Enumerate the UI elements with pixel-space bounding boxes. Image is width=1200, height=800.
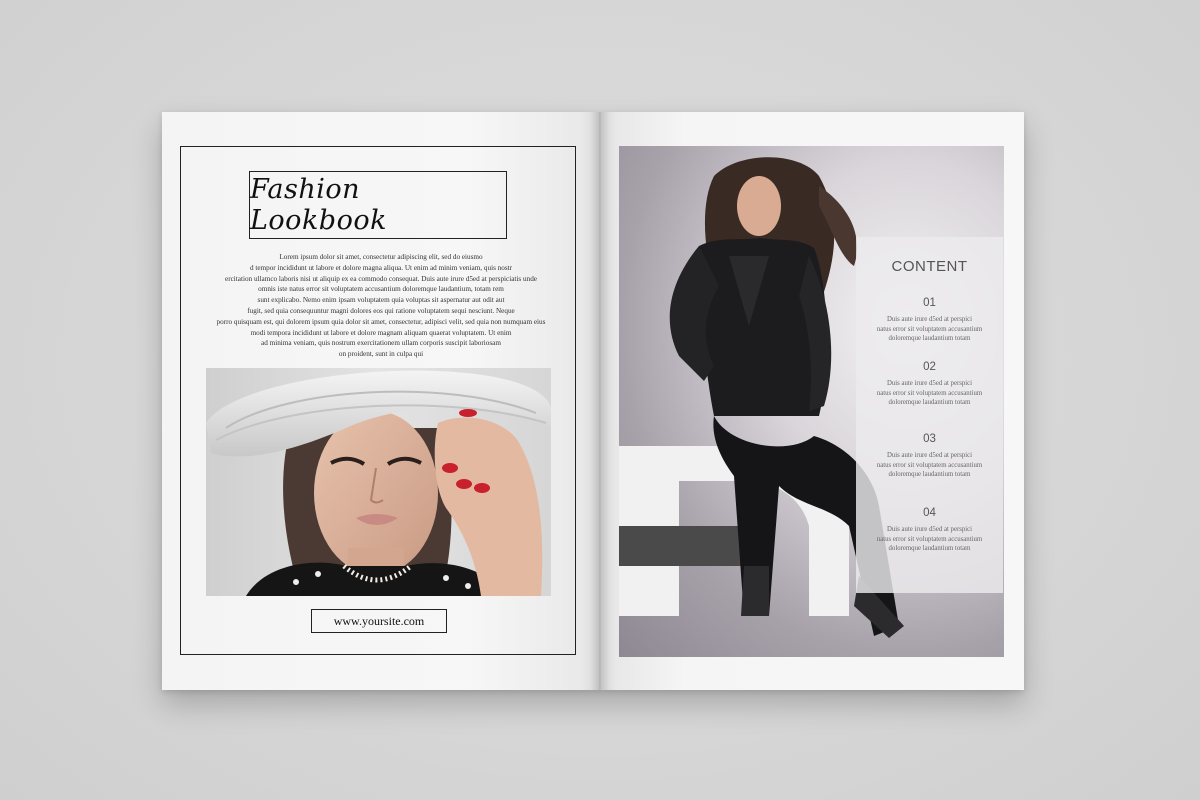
table-of-contents: CONTENT 01 Duis aute irure d5ed at persp…	[856, 237, 1003, 593]
right-page: CONTENT 01 Duis aute irure d5ed at persp…	[599, 112, 1024, 690]
paragraph-line: d tempor incididunt ut labore et dolore …	[249, 263, 513, 272]
woman-in-hat-illustration	[206, 370, 551, 596]
toc-number: 02	[923, 361, 936, 373]
paragraph-line: fugit, sed quia consequuntur magni dolor…	[247, 306, 515, 315]
magazine-spread: Fashion Lookbook Lorem ipsum dolor sit a…	[162, 112, 1024, 690]
toc-line: doloremque laudantium totam	[888, 471, 971, 479]
paragraph-line: Lorem ipsum dolor sit amet, consectetur …	[279, 253, 483, 261]
toc-line: Duis aute irure d5ed at perspici	[886, 380, 973, 387]
toc-number: 04	[923, 507, 936, 519]
toc-description: Duis aute irure d5ed at perspici natus e…	[856, 451, 1003, 480]
paragraph-line: ad minima veniam, quis nostrum exercitat…	[261, 339, 501, 348]
toc-item[interactable]: 01 Duis aute irure d5ed at perspici natu…	[856, 297, 1003, 344]
website-link[interactable]: www.yoursite.com	[311, 609, 447, 633]
intro-paragraph: Lorem ipsum dolor sit amet, consectetur …	[208, 252, 554, 360]
toc-line: Duis aute irure d5ed at perspici	[886, 526, 973, 533]
woman-in-hat-photo	[206, 368, 551, 596]
toc-item[interactable]: 04 Duis aute irure d5ed at perspici natu…	[856, 507, 1003, 554]
toc-line: doloremque laudantium totam	[888, 399, 971, 407]
paragraph-line: omnis iste natus error sit voluptatem ac…	[258, 285, 504, 294]
toc-description: Duis aute irure d5ed at perspici natus e…	[856, 379, 1003, 408]
left-page: Fashion Lookbook Lorem ipsum dolor sit a…	[162, 112, 599, 690]
paragraph-line: on proident, sunt in culpa qui	[338, 350, 424, 359]
magazine-title: Fashion Lookbook	[250, 174, 387, 236]
background: Fashion Lookbook Lorem ipsum dolor sit a…	[0, 0, 1200, 800]
toc-number: 03	[923, 433, 936, 445]
toc-number: 01	[923, 297, 936, 309]
toc-line: natus error sit voluptatem accusantium	[876, 389, 983, 397]
toc-line: natus error sit voluptatem accusantium	[876, 535, 983, 543]
title-frame: Fashion Lookbook	[249, 171, 507, 239]
paragraph-line: modi tempora incididunt ut labore et dol…	[250, 328, 512, 337]
paragraph-line: sunt explicabo. Nemo enim ipsam voluptat…	[257, 296, 505, 305]
toc-line: doloremque laudantium totam	[888, 335, 971, 343]
paragraph-line: ercitation ullamco laboris nisi ut aliqu…	[225, 274, 537, 283]
paragraph-line: porro quisquam est, qui dolorem ipsum qu…	[216, 317, 546, 326]
toc-item[interactable]: 03 Duis aute irure d5ed at perspici natu…	[856, 433, 1003, 480]
toc-line: Duis aute irure d5ed at perspici	[886, 316, 973, 323]
toc-description: Duis aute irure d5ed at perspici natus e…	[856, 315, 1003, 344]
contents-heading: CONTENT	[891, 258, 968, 275]
toc-line: doloremque laudantium totam	[888, 545, 971, 553]
toc-line: natus error sit voluptatem accusantium	[876, 461, 983, 469]
toc-description: Duis aute irure d5ed at perspici natus e…	[856, 525, 1003, 554]
toc-item[interactable]: 02 Duis aute irure d5ed at perspici natu…	[856, 361, 1003, 408]
toc-line: Duis aute irure d5ed at perspici	[886, 452, 973, 459]
toc-line: natus error sit voluptatem accusantium	[876, 325, 983, 333]
